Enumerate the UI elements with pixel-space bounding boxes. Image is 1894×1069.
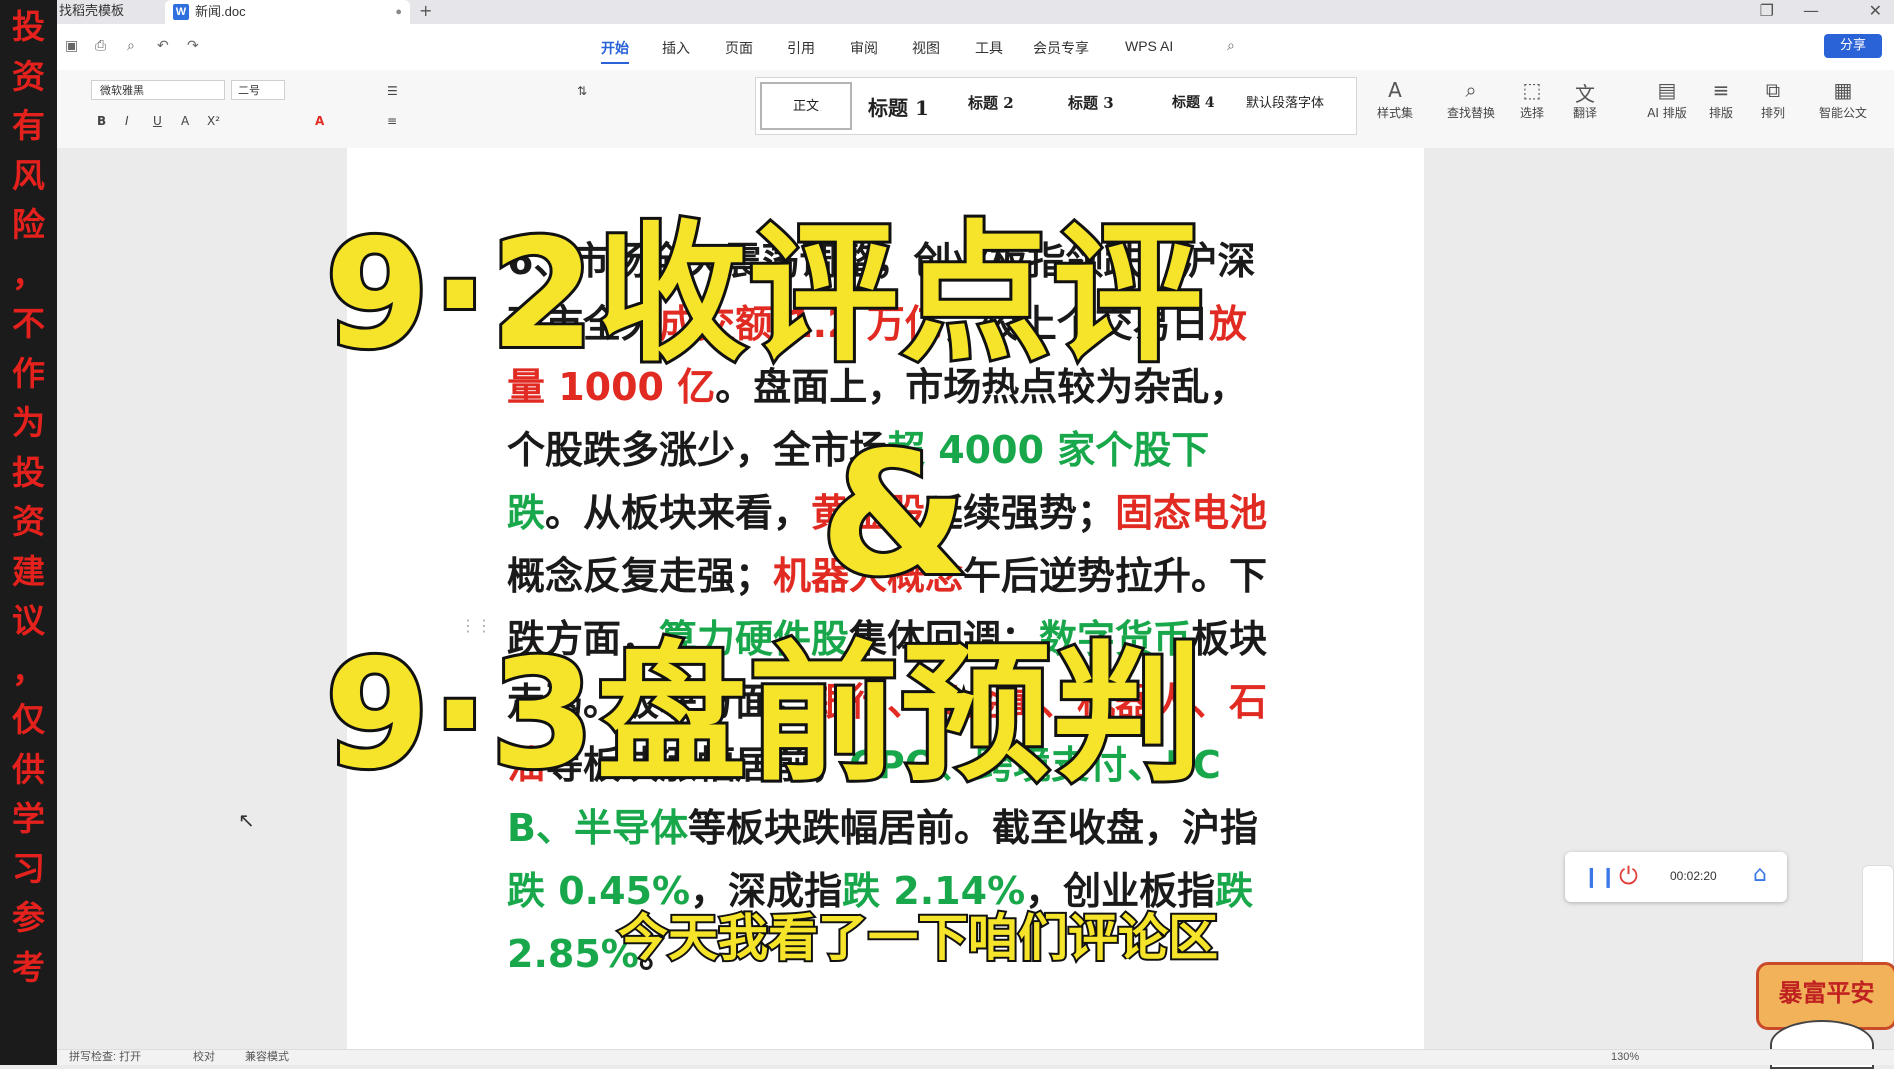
strikethrough-button[interactable]: A [181,114,189,128]
translate-button[interactable]: 文翻译 [1557,78,1613,121]
banner-char: ， [12,650,45,690]
redo-icon[interactable]: ↷ [187,38,199,54]
compat-mode-status: 兼容模式 [245,1051,289,1063]
select-icon: ⬚ [1522,78,1542,102]
banner-char: 风 [12,155,45,195]
banner-char: 习 [12,848,45,888]
menu-bar: ▣ ⎙ ⌕ ↶ ↷ 开始 插入 页面 引用 审阅 视图 工具 会员专享 WPS … [57,24,1894,71]
style-heading-1[interactable]: 标题 1 [868,92,929,121]
mouse-cursor-icon: ↖ [238,808,255,832]
tab-tools[interactable]: 工具 [975,38,1003,58]
recording-timer: 00:02:20 [1670,869,1717,883]
font-family-select[interactable]: 微软雅黑 [91,80,225,100]
video-title-line-1: 9·2收评点评 [322,208,1206,382]
proofread-status[interactable]: 校对 [193,1050,215,1065]
print-icon[interactable]: ⎙ [95,38,106,54]
video-title-ampersand: & [817,416,971,614]
banner-char: 不 [12,304,45,343]
banner-char: ， [12,254,45,294]
banner-char: 为 [12,403,45,442]
layout-button[interactable]: ≡ 排版 [1693,78,1749,121]
find-icon: ⌕ [1465,78,1477,102]
title-bar: 找稻壳模板 W 新闻.doc ● + ❐ — ✕ [57,0,1894,24]
screen-recorder-widget: ❙❙ ⏻ 00:02:20 ⌂ [1565,852,1787,902]
sort-icon[interactable]: ⇅ [577,84,587,98]
tab-document-label: 新闻.doc [195,4,246,19]
tab-wps-ai[interactable]: WPS AI [1125,38,1173,54]
banner-char: 有 [12,106,45,145]
close-icon[interactable]: ✕ [1869,0,1882,24]
banner-char: 投 [12,7,45,46]
tab-home[interactable]: 开始 [601,38,629,64]
banner-char: 参 [12,898,45,937]
banner-char: 资 [12,502,45,541]
ai-layout-icon: ▤ [1657,78,1677,102]
spell-check-status[interactable]: 拼写检查: 打开 [69,1050,141,1065]
restore-window-icon[interactable]: ❐ [1760,0,1774,24]
share-button[interactable]: 分享 [1824,34,1882,58]
banner-char: 建 [12,551,45,591]
side-panel-scroll[interactable] [1862,865,1894,967]
stop-recording-icon[interactable]: ⏻ [1619,862,1638,890]
banner-char: 险 [12,205,45,244]
italic-button[interactable]: I [125,114,129,128]
video-title-line-2: 9·3盘前预判 [322,628,1206,802]
zoom-level[interactable]: 130% [1611,1050,1639,1065]
style-normal[interactable]: 正文 [760,82,852,130]
font-size-select[interactable]: 二号 [231,80,285,100]
unsaved-dot-icon: ● [395,6,402,18]
font-color-button[interactable]: A [315,114,324,128]
tab-view[interactable]: 视图 [912,38,940,58]
bold-button[interactable]: B [97,114,106,128]
home-icon[interactable]: ⌂ [1753,862,1767,887]
style-heading-3[interactable]: 标题 3 [1068,92,1114,113]
superscript-button[interactable]: X² [207,114,220,128]
tab-insert[interactable]: 插入 [662,38,690,58]
banner-char: 作 [12,353,45,393]
banner-char: 投 [12,452,45,492]
video-subtitle: 今天我看了一下咱们评论区 [616,907,1220,969]
style-gallery: 正文 标题 1 标题 2 标题 3 标题 4 默认段落字体 [755,77,1357,135]
smart-doc-button[interactable]: ▦ 智能公文 [1815,78,1871,121]
tab-references[interactable]: 引用 [787,38,815,58]
underline-button[interactable]: U [153,114,162,128]
layout-icon: ≡ [1712,78,1730,102]
new-tab-button[interactable]: + [419,0,432,24]
select-button[interactable]: ⬚ 选择 [1504,78,1560,121]
tab-page[interactable]: 页面 [725,38,753,58]
align-left-icon[interactable]: ≡ [387,114,397,128]
preview-icon[interactable]: ⌕ [127,38,135,54]
tab-member[interactable]: 会员专享 [1033,38,1089,58]
banner-char: 学 [12,799,45,838]
tab-templates[interactable]: 找稻壳模板 [57,0,159,24]
style-heading-4[interactable]: 标题 4 [1172,92,1215,112]
find-replace-button[interactable]: ⌕ 查找替换 [1443,78,1499,121]
translate-icon: 文 [1575,82,1595,106]
status-bar: 拼写检查: 打开 校对 兼容模式 130% [57,1049,1894,1065]
pause-icon[interactable]: ❙❙ [1583,864,1617,888]
ai-layout-button[interactable]: ▤ AI 排版 [1639,78,1695,121]
banner-char: 考 [12,947,45,987]
banner-char: 仅 [12,700,45,739]
style-heading-2[interactable]: 标题 2 [968,92,1014,113]
style-set-icon: A [1388,78,1402,102]
minimize-icon[interactable]: — [1803,0,1819,24]
tab-document[interactable]: W 新闻.doc ● [165,0,410,24]
undo-icon[interactable]: ↶ [157,38,169,54]
smart-doc-icon: ▦ [1833,78,1853,102]
arrange-icon: ⧉ [1765,78,1781,102]
bullet-list-icon[interactable]: ☰ [387,84,398,98]
style-set-button[interactable]: A 样式集 [1367,78,1423,121]
risk-disclaimer-banner: 投 资 有 风 险 ， 不 作 为 投 资 建 议 ， 仅 供 学 习 参 考 [0,0,57,1065]
arrange-button[interactable]: ⧉ 排列 [1745,78,1801,121]
ribbon-toolbar: 微软雅黑 二号 B I U A X² A ☰ ≡ ⇅ 正文 标题 1 标题 2 … [57,70,1894,149]
search-icon[interactable]: ⌕ [1227,38,1235,54]
save-icon[interactable]: ▣ [65,38,78,54]
banner-char: 资 [12,56,45,96]
style-default-font[interactable]: 默认段落字体 [1246,92,1324,111]
tab-review[interactable]: 审阅 [850,38,878,58]
word-doc-icon: W [173,4,189,20]
banner-char: 供 [12,749,45,789]
banner-char: 议 [12,601,45,640]
